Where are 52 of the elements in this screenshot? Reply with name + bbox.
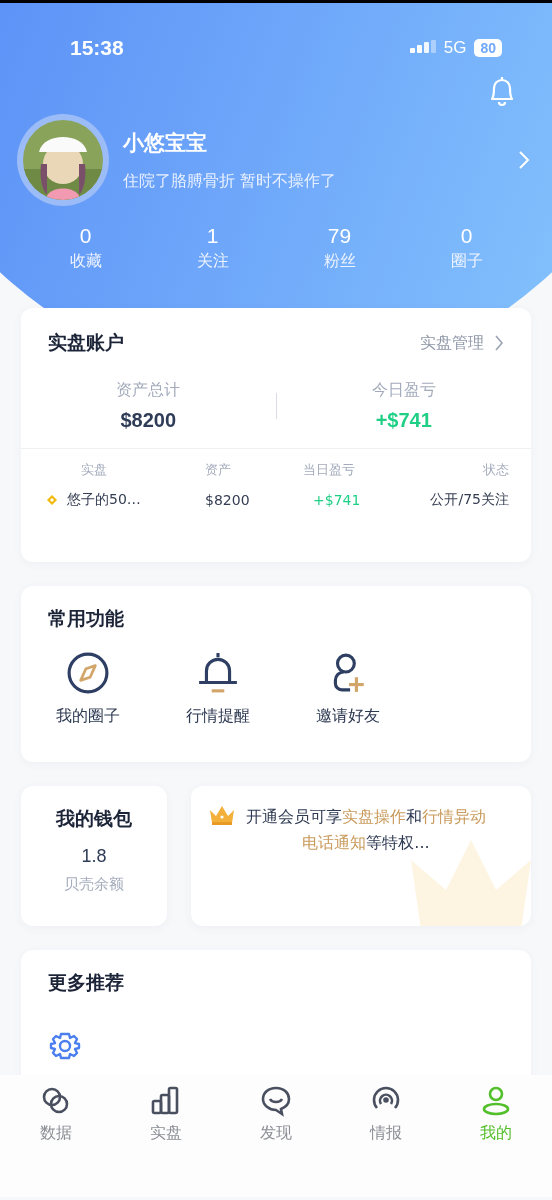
table-cell: 公开/75关注 xyxy=(430,491,509,509)
battery-icon: 80 xyxy=(474,39,502,57)
tab[interactable]: 发现 xyxy=(246,1085,306,1144)
crown-icon xyxy=(209,804,235,826)
column-header: 当日盈亏 xyxy=(302,461,356,479)
stat-label[interactable]: 收藏 xyxy=(69,251,102,272)
balance-value: 1.8 xyxy=(81,846,107,867)
stat-value[interactable]: 1 xyxy=(206,224,219,248)
summary-value: $8200 xyxy=(120,409,177,432)
function-label[interactable]: 行情提醒 xyxy=(186,706,250,727)
table-cell-text: $8200 xyxy=(204,492,251,508)
card-title: 实盘账户 xyxy=(48,330,124,355)
stat-label[interactable]: 关注 xyxy=(196,251,229,272)
compass-icon[interactable] xyxy=(66,652,110,694)
wallet-card[interactable]: 我的钱包 1.8 贝壳余额 xyxy=(21,786,167,926)
summary-value: +$741 xyxy=(375,409,432,432)
tab[interactable]: 实盘 xyxy=(136,1085,196,1144)
username: 小悠宝宝 xyxy=(123,129,208,157)
stat-value[interactable]: 0 xyxy=(460,224,473,248)
settings-icon[interactable] xyxy=(48,1030,82,1060)
tab[interactable]: 数据 xyxy=(26,1085,86,1144)
summary-label: 资产总计 xyxy=(116,380,181,401)
balance-label: 贝壳余额 xyxy=(64,875,124,894)
card-title: 常用功能 xyxy=(48,606,125,631)
tab[interactable]: 我的 xyxy=(466,1085,526,1144)
tab-icon xyxy=(260,1085,292,1117)
chevron-right-icon xyxy=(494,334,504,352)
signal-icon xyxy=(409,40,436,56)
card-title: 我的钱包 xyxy=(56,806,132,831)
status-time: 15:38 xyxy=(70,36,124,60)
tab[interactable]: 情报 xyxy=(356,1085,416,1144)
stat-label[interactable]: 圈子 xyxy=(450,251,483,272)
user-bio: 住院了胳膊骨折 暂时不操作了 xyxy=(123,170,338,192)
table-cell: 悠子的50… xyxy=(67,491,141,509)
manage-link[interactable]: 实盘管理 xyxy=(420,332,504,354)
stat-label[interactable]: 粉丝 xyxy=(323,251,356,272)
function-label[interactable]: 我的圈子 xyxy=(56,706,120,727)
table-cell-text: +$741 xyxy=(312,492,362,508)
card-title: 更多推荐 xyxy=(48,970,125,995)
column-header: 状态 xyxy=(483,461,509,479)
bell-icon[interactable] xyxy=(196,652,240,694)
tab-icon xyxy=(480,1085,512,1117)
diamond-icon xyxy=(47,495,57,505)
summary-label: 今日盈亏 xyxy=(371,380,436,401)
column-header: 实盘 xyxy=(80,461,108,479)
function-label[interactable]: 邀请好友 xyxy=(316,706,380,727)
membership-card[interactable]: 开通会员可享实盘操作和行情异动电话通知等特权... xyxy=(191,786,531,926)
promo-text: 开通会员可享实盘操作和行情异动电话通知等特权... xyxy=(245,806,487,854)
column-header: 资产 xyxy=(204,461,232,479)
stat-value[interactable]: 0 xyxy=(79,224,92,248)
network-label: 5G xyxy=(443,38,467,58)
stat-value[interactable]: 79 xyxy=(327,224,352,248)
